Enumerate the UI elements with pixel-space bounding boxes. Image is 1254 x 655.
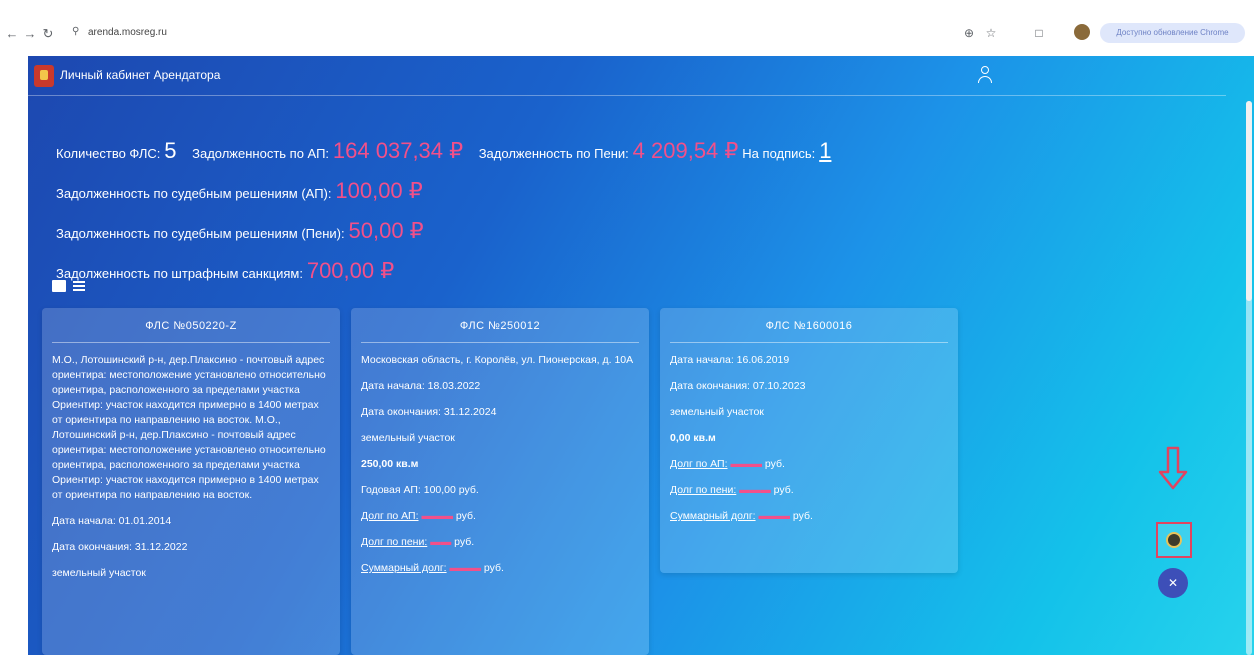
court-ap-value: 100,00 ₽ — [335, 178, 423, 203]
total-debt-amount-redacted: ▬▬▬ — [758, 510, 791, 522]
card-end-date: Дата окончания: 31.12.2022 — [52, 541, 188, 553]
card-debt-ap: Долг по АП: ▬▬▬ руб. — [361, 509, 639, 524]
card-start-date: Дата начала: 01.01.2014 — [52, 515, 172, 527]
chat-assistant-button[interactable] — [1156, 522, 1192, 558]
debt-peni-value: 4 209,54 ₽ — [632, 138, 739, 163]
penalty-label: Задолженность по штрафным санкциям: — [56, 266, 303, 281]
summary-line-court-peni: Задолженность по судебным решениям (Пени… — [56, 218, 424, 244]
chrome-update-button[interactable]: Доступно обновление Chrome — [1100, 23, 1245, 43]
debt-peni-link[interactable]: Долг по пени: — [361, 536, 427, 548]
currency: руб. — [483, 562, 504, 574]
list-view-icon[interactable] — [72, 280, 86, 292]
card-title: ФЛС №050220-Z — [52, 308, 330, 343]
penalty-value: 700,00 ₽ — [306, 258, 395, 283]
fls-count-value: 5 — [164, 138, 177, 163]
grid-view-icon[interactable] — [52, 280, 66, 292]
fls-card-2[interactable]: ФЛС №250012 Московская область, г. Корол… — [351, 308, 649, 655]
debt-ap-link[interactable]: Долг по АП: — [670, 458, 728, 470]
court-peni-label: Задолженность по судебным решениям (Пени… — [56, 226, 345, 241]
card-end-date: Дата окончания: 07.10.2023 — [670, 380, 806, 392]
to-sign-label: На подпись: — [742, 146, 816, 161]
currency: руб. — [454, 536, 475, 548]
card-area: 250,00 кв.м — [361, 458, 419, 470]
card-object-type: земельный участок — [52, 567, 146, 579]
card-address: Московская область, г. Королёв, ул. Пион… — [361, 354, 634, 366]
debt-peni-link[interactable]: Долг по пени: — [670, 484, 736, 496]
debt-peni-label: Задолженность по Пени: — [478, 146, 629, 161]
zoom-icon[interactable]: ⊕ — [960, 24, 978, 42]
card-title: ФЛС №250012 — [361, 308, 639, 343]
card-start-date: Дата начала: 18.03.2022 — [361, 380, 481, 392]
fls-count-label: Количество ФЛС: — [56, 146, 161, 161]
currency: руб. — [455, 510, 476, 522]
currency: руб. — [773, 484, 794, 496]
currency: руб. — [764, 458, 785, 470]
browser-toolbar: ← → ↻ ⚲ arenda.mosreg.ru ⊕ ☆ □ Доступно … — [0, 0, 1254, 56]
forward-icon[interactable]: → — [22, 26, 38, 42]
bookmark-star-icon[interactable]: ☆ — [982, 24, 1000, 42]
court-peni-value: 50,00 ₽ — [348, 218, 424, 243]
back-icon[interactable]: ← — [4, 26, 20, 42]
debt-ap-amount-redacted: ▬▬▬ — [421, 510, 453, 522]
url-text: arenda.mosreg.ru — [88, 27, 167, 38]
card-debt-ap: Долг по АП: ▬▬▬ руб. — [670, 457, 948, 472]
total-debt-amount-redacted: ▬▬▬ — [449, 562, 482, 574]
annotation-arrow-icon — [1158, 446, 1188, 490]
page-content: Личный кабинет Арендатора Количество ФЛС… — [28, 56, 1254, 655]
fls-card-3[interactable]: ФЛС №1600016 Дата начала: 16.06.2019 Дат… — [660, 308, 958, 573]
total-debt-link[interactable]: Суммарный долг: — [361, 562, 447, 574]
debt-peni-amount-redacted: ▬▬▬ — [739, 484, 771, 496]
card-debt-peni: Долг по пени: ▬▬ руб. — [361, 535, 639, 550]
card-debt-peni: Долг по пени: ▬▬▬ руб. — [670, 483, 948, 498]
card-area: 0,00 кв.м — [670, 432, 716, 444]
card-total-debt: Суммарный долг: ▬▬▬ руб. — [361, 561, 639, 576]
summary-line-court-ap: Задолженность по судебным решениям (АП):… — [56, 178, 423, 204]
card-total-debt: Суммарный долг: ▬▬▬ руб. — [670, 509, 948, 524]
card-address: М.О., Лотошинский р-н, дер.Плаксино - по… — [52, 354, 326, 501]
debt-ap-label: Задолженность по АП: — [192, 146, 330, 161]
card-end-date: Дата окончания: 31.12.2024 — [361, 406, 497, 418]
app-header: Личный кабинет Арендатора — [28, 56, 1226, 96]
card-object-type: земельный участок — [361, 432, 455, 444]
app-title: Личный кабинет Арендатора — [60, 68, 221, 82]
currency: руб. — [792, 510, 813, 522]
user-profile-icon[interactable] — [978, 66, 992, 84]
debt-peni-amount-redacted: ▬▬ — [430, 536, 452, 548]
scrollbar-thumb[interactable] — [1246, 101, 1252, 301]
close-fab-button[interactable]: ✕ — [1158, 568, 1188, 598]
extensions-icon[interactable]: □ — [1030, 24, 1048, 42]
total-debt-link[interactable]: Суммарный долг: — [670, 510, 756, 522]
profile-avatar[interactable] — [1074, 24, 1090, 40]
card-title: ФЛС №1600016 — [670, 308, 948, 343]
court-ap-label: Задолженность по судебным решениям (АП): — [56, 186, 332, 201]
card-object-type: земельный участок — [670, 406, 764, 418]
fls-card-1[interactable]: ФЛС №050220-Z М.О., Лотошинский р-н, дер… — [42, 308, 340, 655]
summary-line-penalty: Задолженность по штрафным санкциям: 700,… — [56, 258, 394, 284]
page-scrollbar[interactable] — [1246, 101, 1252, 655]
summary-line-1: Количество ФЛС: 5 Задолженность по АП: 1… — [56, 138, 831, 164]
card-annual-ap: Годовая АП: 100,00 руб. — [361, 484, 479, 496]
debt-ap-link[interactable]: Долг по АП: — [361, 510, 419, 522]
debt-ap-value: 164 037,34 ₽ — [332, 138, 464, 163]
site-info-icon[interactable]: ⚲ — [72, 26, 79, 37]
debt-ap-amount-redacted: ▬▬▬ — [730, 458, 762, 470]
address-bar[interactable]: ⚲ arenda.mosreg.ru — [58, 22, 938, 46]
reload-icon[interactable]: ↻ — [40, 26, 56, 42]
to-sign-link[interactable]: 1 — [819, 138, 831, 163]
assistant-avatar-icon — [1166, 532, 1182, 548]
card-start-date: Дата начала: 16.06.2019 — [670, 354, 790, 366]
coat-of-arms-logo — [34, 65, 54, 87]
